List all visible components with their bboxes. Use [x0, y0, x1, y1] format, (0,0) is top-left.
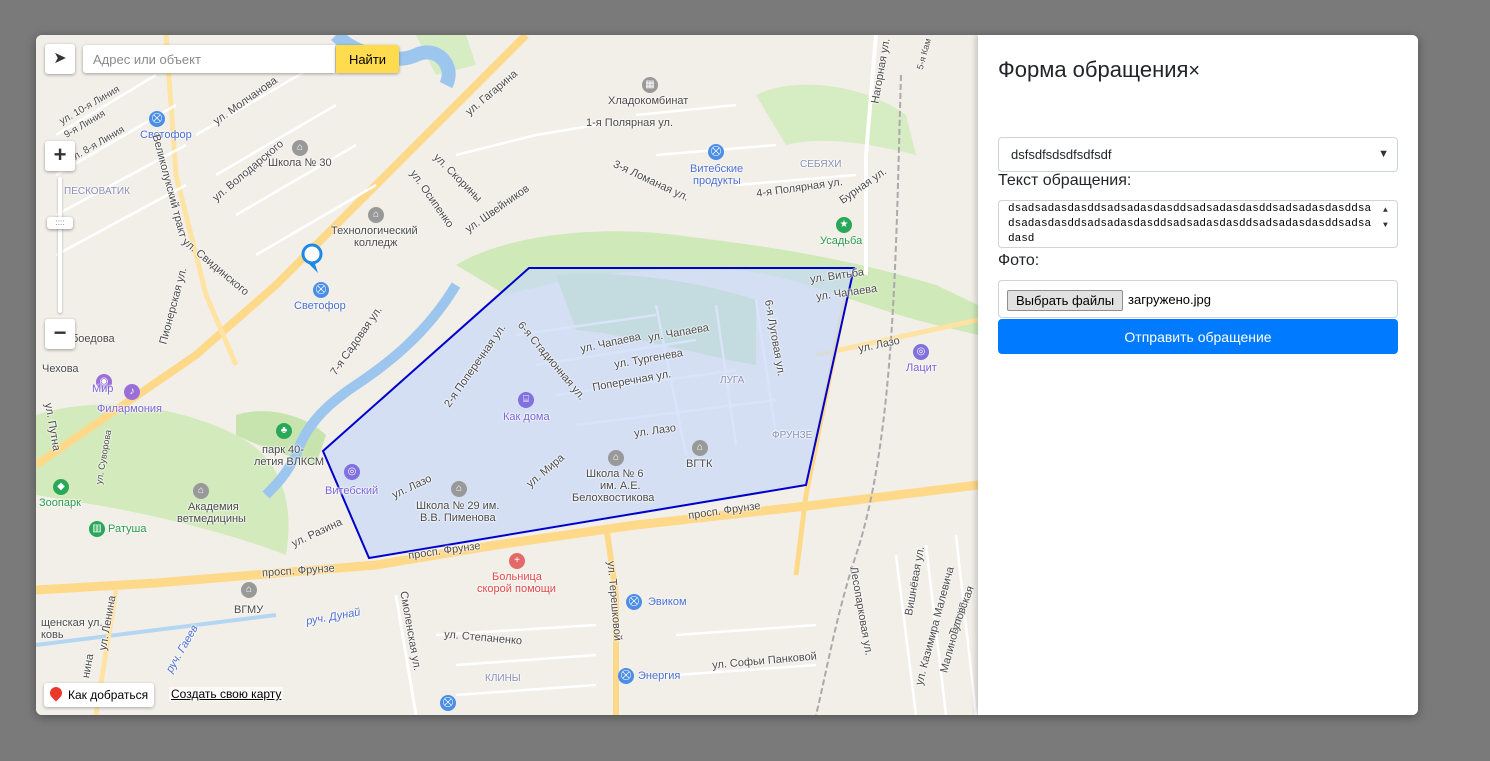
map-label: ФРУНЗЕ [772, 430, 813, 441]
map-label: колледж [354, 237, 398, 249]
map-label: Школа № 29 им. [416, 500, 500, 512]
choose-files-button[interactable]: Выбрать файлы [1007, 290, 1124, 311]
minus-icon: − [53, 320, 67, 345]
map-label: Светофор [294, 300, 346, 312]
map-label: ВГМУ [234, 604, 264, 616]
map-label: ВГТК [686, 458, 713, 470]
map-label: им. А.Е. [600, 480, 641, 492]
map-label: Школа № 30 [268, 157, 332, 169]
chevron-down-icon: ▼ [1378, 148, 1389, 160]
gym-icon[interactable]: ◎ [344, 464, 360, 480]
map-search-input[interactable] [83, 45, 335, 73]
hospital-icon[interactable]: + [509, 553, 525, 569]
school-icon[interactable]: ⌂ [368, 207, 384, 223]
map-label: Эвиком [648, 596, 687, 608]
route-button-label: Как добраться [68, 688, 149, 702]
school-icon[interactable]: ⌂ [292, 140, 308, 156]
map-label: ПЕСКОВАТИК [64, 186, 130, 197]
map-label: ковь [41, 629, 64, 641]
map-label: Хладокомбинат [608, 95, 689, 107]
gym-icon[interactable]: ◎ [913, 344, 929, 360]
map-label: Энергия [638, 670, 681, 682]
map-label: КЛИНЫ [485, 673, 521, 684]
hotel-icon[interactable]: ⌸ [518, 392, 534, 408]
map-label: парк 40- [262, 444, 304, 456]
appeal-form-panel: Форма обращения× dsfsdfsdsdfsdfsdf ▼ Тек… [978, 35, 1418, 715]
map-label: СЕБЯХИ [800, 159, 842, 170]
school-icon[interactable]: ⌂ [193, 483, 209, 499]
map-label: Школа № 6 [586, 468, 644, 480]
form-title-text: Форма обращения [998, 57, 1189, 82]
map-label: скорой помощи [477, 583, 556, 595]
map-label: Мир [92, 383, 114, 395]
map-label: ветмедицины [177, 513, 246, 525]
shop-icon[interactable]: ⛒ [440, 695, 456, 711]
map-label: Филармония [97, 403, 163, 415]
map-area[interactable]: ⛒ ⛒ ⛒ ▦ ⌂ ⌂ ★ ⌸ ⌂ ⌂ ⌂ ◎ + ⛒ ⛒ ⛒ ◎ ♣ ◉ ♪ … [36, 35, 978, 715]
shop-icon[interactable]: ⛒ [313, 282, 329, 298]
geolocation-button[interactable]: ➤ [45, 44, 75, 74]
appeal-text-value: dsadsadasdasddsadsadasdasddsadsadasdasdd… [1008, 203, 1372, 245]
form-title: Форма обращения× [998, 57, 1200, 83]
map-label: Больница [492, 571, 542, 583]
star-icon[interactable]: ★ [836, 217, 852, 233]
map-label: Зоопарк [39, 497, 81, 509]
school-icon[interactable]: ⌂ [692, 440, 708, 456]
shop-icon[interactable]: ⛒ [618, 668, 634, 684]
zoo-icon[interactable]: ◆ [53, 479, 69, 495]
map-label: ЛУГА [720, 375, 745, 386]
map-label: 1-я Полярная ул. [586, 117, 674, 129]
map-label: Академия [188, 501, 239, 513]
appeal-text-field[interactable]: dsadsadasdasddsadsadasdasddsadsadasdasdd… [998, 200, 1398, 248]
create-map-link[interactable]: Создать свою карту [169, 687, 284, 701]
school-icon[interactable]: ⌂ [608, 450, 624, 466]
zoom-slider-track[interactable] [58, 177, 62, 313]
zoom-in-button[interactable]: + [45, 141, 75, 171]
map-label: Светофор [140, 129, 192, 141]
map-label: Технологический [331, 225, 418, 237]
map-label: Витебский [325, 485, 379, 497]
shop-icon[interactable]: ⛒ [149, 111, 165, 127]
route-button[interactable]: Как добраться [44, 683, 155, 707]
map-label: щенская ул. [41, 617, 103, 629]
plus-icon: + [53, 142, 67, 167]
uploaded-file-name: загружено.jpg [1128, 292, 1211, 307]
map-label: Как дома [503, 411, 550, 423]
map-label: продукты [693, 175, 741, 187]
shop-icon[interactable]: ⛒ [626, 594, 642, 610]
submit-appeal-button[interactable]: Отправить обращение [998, 319, 1398, 354]
shop-icon[interactable]: ⛒ [708, 144, 724, 160]
appeal-text-label: Текст обращения: [998, 172, 1132, 189]
map-label: Чехова [42, 363, 79, 375]
zoom-slider-handle[interactable]: :::: [47, 217, 73, 229]
map-label: летия ВЛКСМ [254, 456, 325, 468]
location-pin-icon [301, 243, 323, 273]
school-icon[interactable]: ⌂ [451, 481, 467, 497]
zoom-out-button[interactable]: − [45, 319, 75, 349]
close-icon[interactable]: × [1188, 60, 1200, 82]
school-icon[interactable]: ⌂ [241, 582, 257, 598]
map-label: Усадьба [820, 235, 863, 247]
map-label: Белохвостикова [572, 492, 655, 504]
map-label: Лацит [906, 362, 937, 374]
map-label: Ратуша [108, 523, 147, 535]
textarea-scrollbar[interactable]: ▲ ▼ [1383, 203, 1395, 245]
map-search-button[interactable]: Найти [336, 45, 399, 73]
tree-icon[interactable]: ♣ [276, 423, 292, 439]
category-select[interactable]: dsfsdfsdsdfsdfsdf ▼ [998, 137, 1398, 172]
modal-window: ⛒ ⛒ ⛒ ▦ ⌂ ⌂ ★ ⌸ ⌂ ⌂ ⌂ ◎ + ⛒ ⛒ ⛒ ◎ ♣ ◉ ♪ … [36, 35, 1418, 715]
map-label: Витебские [690, 163, 744, 175]
park-area [756, 84, 916, 155]
category-select-value: dsfsdfsdsdfsdfsdf [1011, 147, 1112, 162]
photo-upload-field[interactable]: Выбрать файлы загружено.jpg [998, 280, 1398, 318]
map-label: В.В. Пименова [420, 512, 496, 524]
museum-icon[interactable]: ▥ [89, 521, 105, 537]
map-pin-icon [47, 684, 65, 702]
map-label: боедова [72, 333, 115, 345]
factory-icon[interactable]: ▦ [642, 77, 658, 93]
photo-label: Фото: [998, 252, 1040, 269]
navigation-arrow-icon: ➤ [53, 50, 67, 67]
music-icon[interactable]: ♪ [124, 384, 140, 400]
